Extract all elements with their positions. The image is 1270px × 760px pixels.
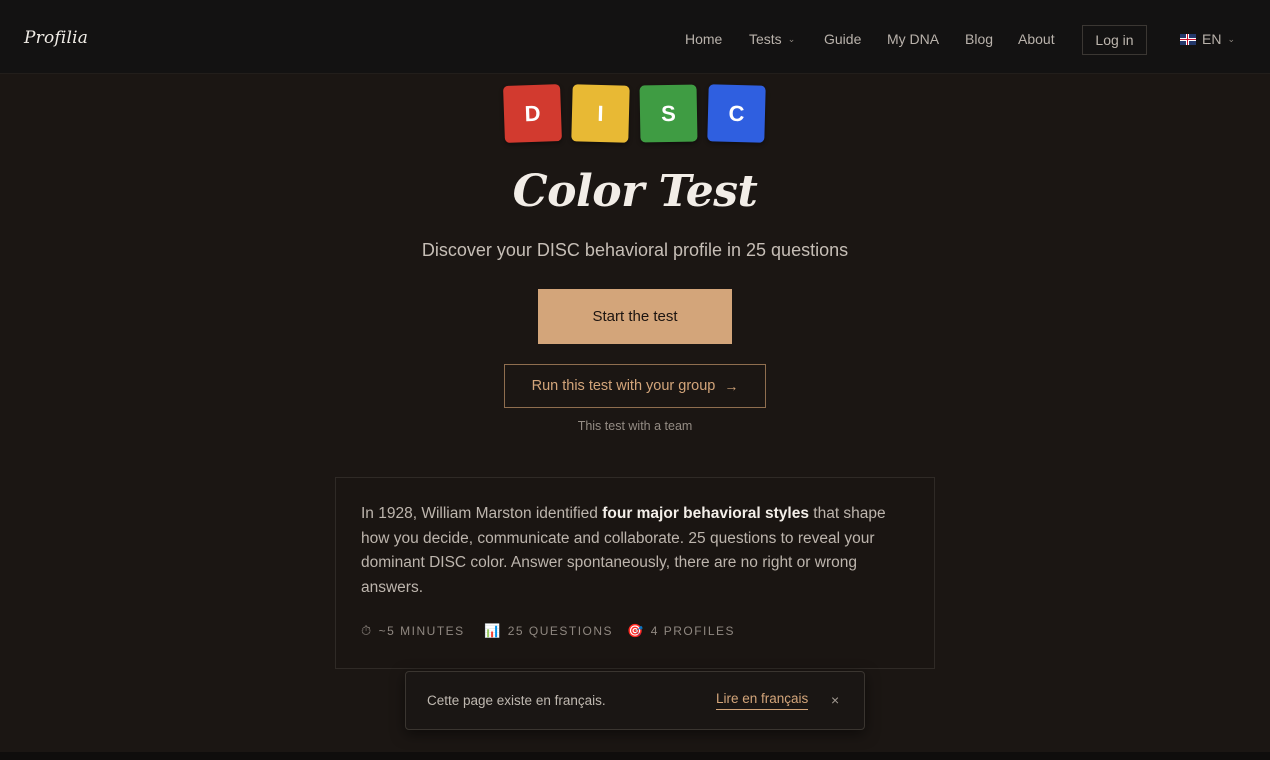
nav-tests[interactable]: Tests ⌄ <box>749 31 795 47</box>
login-button[interactable]: Log in <box>1082 25 1147 55</box>
nav-about[interactable]: About <box>1018 31 1055 47</box>
nav-blog[interactable]: Blog <box>965 31 993 47</box>
run-with-group-label: Run this test with your group <box>531 378 716 394</box>
disc-tile-s: S <box>639 84 698 143</box>
team-note: This test with a team <box>577 419 693 433</box>
stopwatch-icon: ⏱ <box>361 623 373 638</box>
meta-duration-label: ~5 MINUTES <box>378 624 465 638</box>
language-label: EN <box>1202 31 1222 47</box>
chevron-down-icon: ⌄ <box>787 34 796 44</box>
run-with-group-button[interactable]: Run this test with your group → <box>504 364 766 408</box>
nav-tests-label: Tests <box>749 31 782 47</box>
start-test-button[interactable]: Start the test <box>538 289 732 344</box>
target-icon: 🎯 <box>627 623 645 638</box>
page-subtitle: Discover your DISC behavioral profile in… <box>421 240 849 260</box>
bar-chart-icon: 📊 <box>484 623 502 638</box>
page-title: Color Test <box>512 166 758 217</box>
meta-profiles: 🎯 4 PROFILES <box>627 623 735 639</box>
intro-text-bold: four major behavioral styles <box>602 505 809 522</box>
read-in-french-link[interactable]: Lire en français <box>716 691 809 710</box>
chevron-down-icon: ⌄ <box>1227 33 1235 44</box>
language-selector[interactable]: EN ⌄ <box>1180 31 1235 47</box>
intro-text: In 1928, William Marston identified four… <box>361 502 916 600</box>
meta-profiles-label: 4 PROFILES <box>650 624 736 638</box>
meta-questions: 📊 25 QUESTIONS <box>484 623 613 639</box>
nav-home[interactable]: Home <box>685 31 722 47</box>
uk-flag-icon <box>1180 33 1196 45</box>
meta-questions-label: 25 QUESTIONS <box>507 624 614 638</box>
bottom-edge <box>0 752 1270 760</box>
toast-message: Cette page existe en français. <box>427 693 606 708</box>
nav-guide[interactable]: Guide <box>824 31 861 47</box>
disc-tile-i: I <box>571 84 630 143</box>
logo[interactable]: Profilia <box>24 28 88 48</box>
meta-duration: ⏱ ~5 MINUTES <box>361 623 465 639</box>
top-navbar: Profilia Home Tests ⌄ Guide My DNA Blog A… <box>0 0 1270 74</box>
arrow-right-icon: → <box>724 378 739 394</box>
disc-tile-d: D <box>503 84 562 143</box>
language-suggestion-toast: Cette page existe en français. Lire en f… <box>405 671 865 730</box>
close-icon[interactable]: × <box>831 692 839 708</box>
intro-card: In 1928, William Marston identified four… <box>335 477 935 669</box>
nav-my-dna[interactable]: My DNA <box>887 31 939 47</box>
intro-text-start: In 1928, William Marston identified <box>361 505 603 522</box>
disc-tile-c: C <box>707 84 766 143</box>
